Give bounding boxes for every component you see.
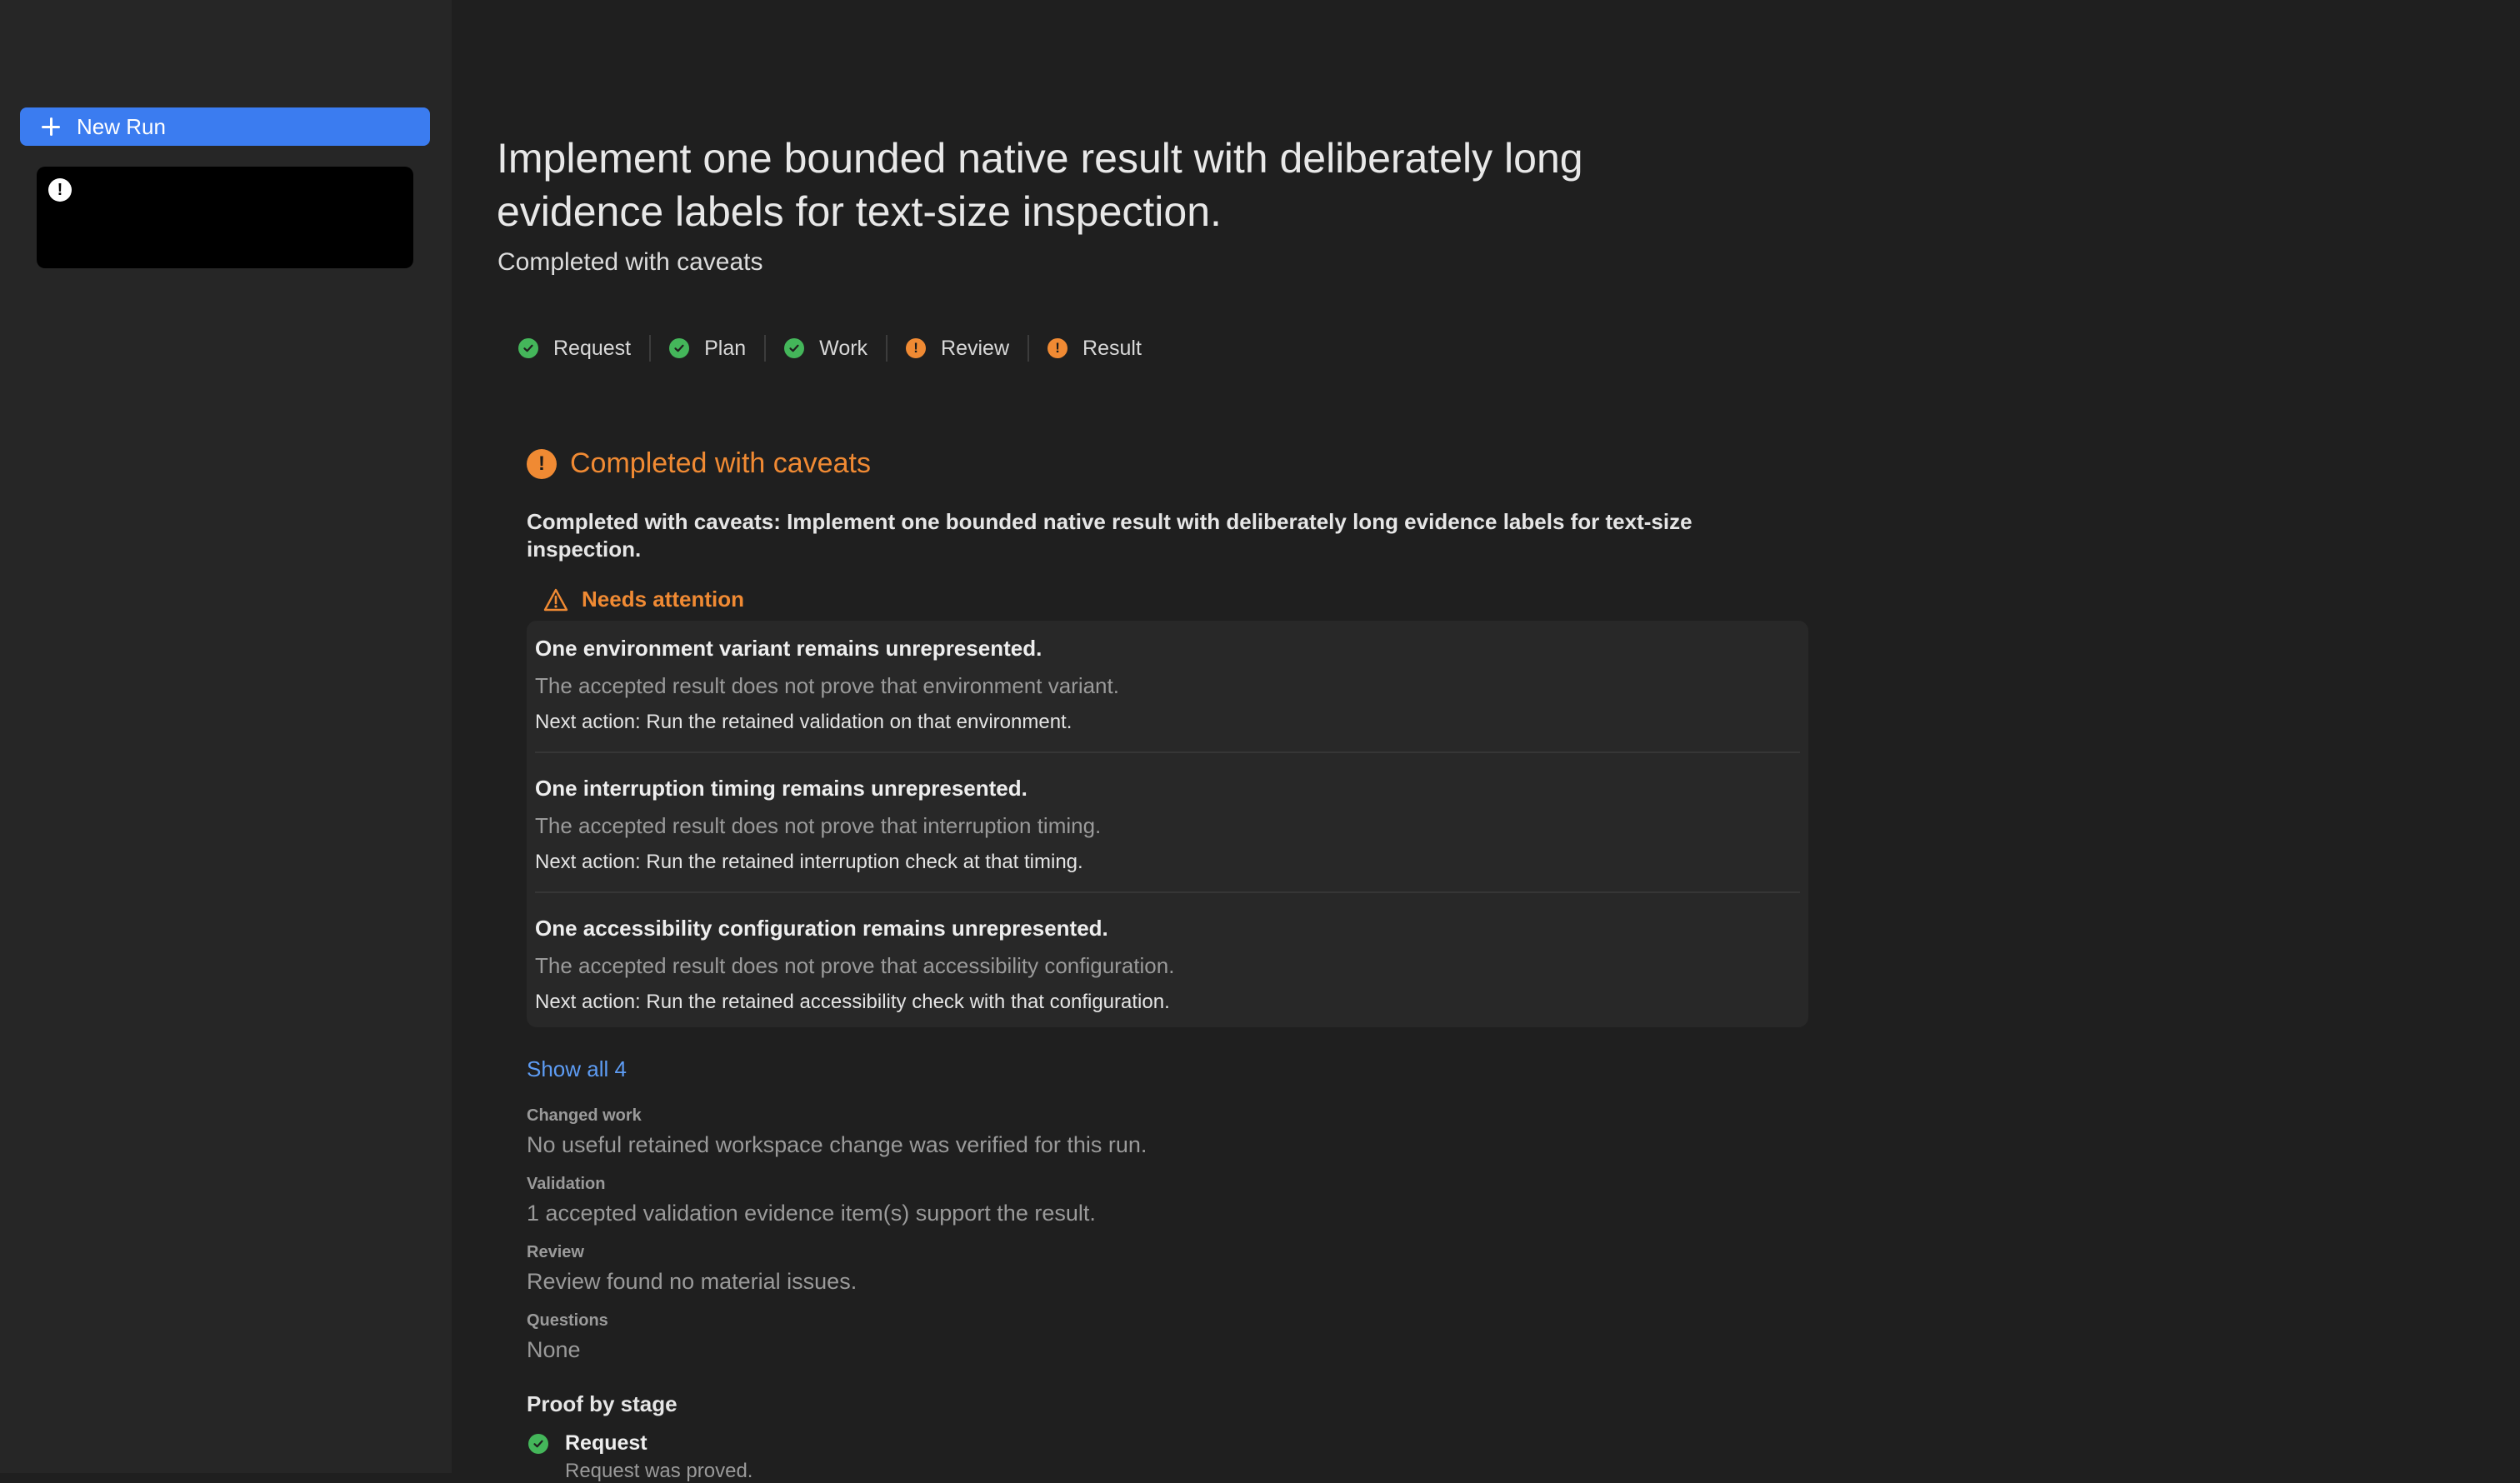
attention-detail: The accepted result does not prove that … — [535, 673, 1119, 698]
needs-attention-label: Needs attention — [582, 587, 745, 612]
field-label: Review — [527, 1243, 584, 1261]
attention-detail: The accepted result does not prove that … — [535, 953, 1175, 978]
attention-detail: The accepted result does not prove that … — [535, 813, 1102, 838]
field-value: 1 accepted validation evidence item(s) s… — [527, 1201, 1096, 1226]
attention-next-action: Next action: Run the retained interrupti… — [535, 851, 1083, 873]
attention-list: One environment variant remains unrepres… — [527, 621, 1808, 1027]
warning-circle-icon: ! — [1048, 338, 1068, 358]
alert-icon: ! — [48, 178, 72, 202]
result-summary: Completed with caveats: Implement one bo… — [527, 509, 1692, 562]
attention-next-action: Next action: Run the retained validation… — [535, 711, 1072, 733]
stage-label: Work — [819, 336, 868, 360]
field-review: Review Review found no material issues. — [527, 1243, 857, 1295]
result-heading: ! Completed with caveats — [527, 447, 871, 480]
stage-request[interactable]: Request — [518, 337, 631, 361]
divider — [1028, 335, 1030, 362]
field-value: No useful retained workspace change was … — [527, 1132, 1148, 1157]
check-circle-icon — [669, 338, 690, 358]
field-label: Questions — [527, 1311, 608, 1330]
field-changed-work: Changed work No useful retained workspac… — [527, 1106, 1147, 1158]
attention-title: One interruption timing remains unrepres… — [535, 776, 1028, 801]
show-all-link[interactable]: Show all 4 — [527, 1056, 627, 1082]
check-circle-icon — [784, 338, 805, 358]
proof-stage-request: Request — [528, 1431, 648, 1456]
stage-label: Plan — [704, 336, 747, 360]
attention-next-action: Next action: Run the retained accessibil… — [535, 991, 1170, 1013]
result-heading-text: Completed with caveats — [570, 447, 871, 479]
proof-stage-detail: Request was proved. — [565, 1460, 753, 1482]
stage-label: Request — [553, 336, 632, 360]
field-validation: Validation 1 accepted validation evidenc… — [527, 1175, 1096, 1226]
divider — [535, 891, 1800, 893]
field-label: Changed work — [527, 1106, 642, 1125]
page-subtitle: Completed with caveats — [498, 248, 763, 276]
stage-review[interactable]: ! Review — [906, 337, 1009, 361]
proof-stage-label: Request — [565, 1431, 648, 1455]
check-circle-icon — [528, 1433, 548, 1454]
divider — [535, 751, 1800, 753]
proof-by-stage-heading: Proof by stage — [527, 1391, 678, 1416]
stage-label: Review — [941, 336, 1010, 360]
field-value: Review found no material issues. — [527, 1269, 858, 1294]
list-item: One accessibility configuration remains … — [527, 916, 1808, 1014]
page-title: Implement one bounded native result with… — [497, 135, 1583, 235]
field-label: Validation — [527, 1175, 606, 1193]
sidebar: New Run ! — [0, 0, 452, 1473]
divider — [886, 335, 888, 362]
plus-icon — [42, 117, 60, 136]
new-run-button[interactable]: New Run — [20, 107, 430, 146]
attention-title: One accessibility configuration remains … — [535, 916, 1108, 941]
divider — [649, 335, 652, 362]
run-list-item[interactable]: ! — [37, 167, 413, 268]
warning-circle-icon: ! — [527, 448, 557, 479]
attention-title: One environment variant remains unrepres… — [535, 636, 1042, 661]
stage-work[interactable]: Work — [784, 337, 868, 361]
stage-label: Result — [1082, 336, 1142, 360]
stage-result[interactable]: ! Result — [1048, 337, 1142, 361]
stage-plan[interactable]: Plan — [669, 337, 746, 361]
field-value: None — [527, 1337, 581, 1362]
warning-triangle-icon — [543, 588, 568, 611]
new-run-label: New Run — [77, 113, 166, 139]
list-item: One interruption timing remains unrepres… — [527, 776, 1808, 874]
needs-attention-heading: Needs attention — [543, 587, 744, 612]
check-circle-icon — [518, 338, 538, 358]
main-content: Implement one bounded native result with… — [452, 0, 2520, 1482]
stage-bar: Request Plan Work ! Review ! Result — [518, 333, 1142, 363]
warning-circle-icon: ! — [906, 338, 927, 358]
field-questions: Questions None — [527, 1311, 608, 1363]
list-item: One environment variant remains unrepres… — [527, 636, 1808, 734]
divider — [764, 335, 767, 362]
